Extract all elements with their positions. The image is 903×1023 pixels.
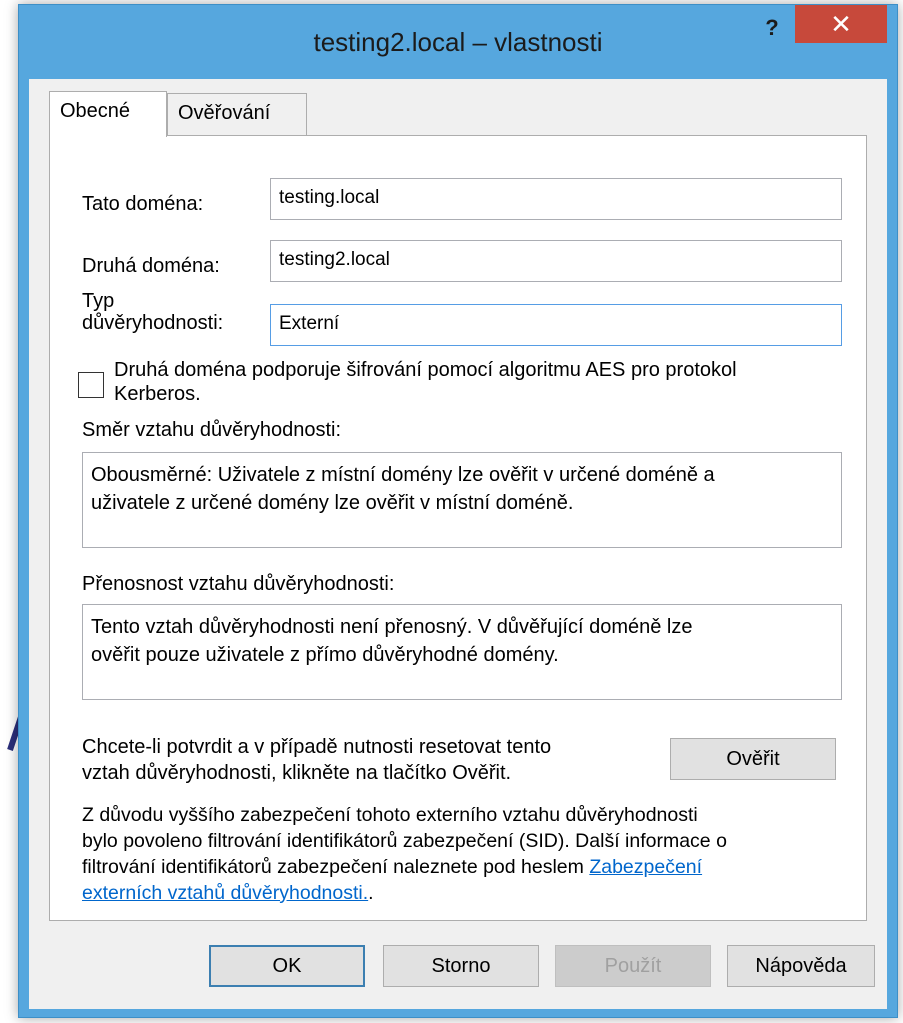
- apply-button[interactable]: Použít: [555, 945, 711, 987]
- aes-support-checkbox[interactable]: [78, 372, 104, 398]
- external-trusts-security-link[interactable]: Zabezpečení: [589, 856, 702, 878]
- aes-support-label-line1: Druhá doména podporuje šifrování pomocí …: [114, 359, 737, 381]
- trust-type-label-line2: důvěryhodnosti:: [82, 312, 224, 334]
- aes-support-label[interactable]: Druhá doména podporuje šifrování pomocí …: [114, 358, 737, 406]
- this-domain-label: Tato doména:: [82, 193, 204, 215]
- this-domain-field[interactable]: testing.local: [270, 178, 842, 220]
- trust-direction-label: Směr vztahu důvěryhodnosti:: [82, 419, 342, 441]
- sid-filtering-info: Z důvodu vyššího zabezpečení tohoto exte…: [82, 802, 727, 906]
- properties-dialog: testing2.local – vlastnosti ? ✕ Obecné O…: [18, 4, 898, 1018]
- trust-direction-line1: Obousměrné: Uživatele z místní domény lz…: [91, 464, 715, 486]
- validate-button[interactable]: Ověřit: [670, 738, 836, 780]
- aes-support-label-line2: Kerberos.: [114, 383, 201, 405]
- validate-instructions-line2: vztah důvěryhodnosti, klikněte na tlačít…: [82, 762, 512, 784]
- sid-info-line2: bylo povoleno filtrování identifikátorů …: [82, 830, 727, 852]
- general-tab-panel: Tato doména: testing.local Druhá doména:…: [49, 135, 867, 921]
- external-trusts-security-link-cont[interactable]: externích vztahů důvěryhodnosti.: [82, 882, 368, 904]
- trust-direction-line2: uživatele z určené domény lze ověřit v m…: [91, 492, 574, 514]
- title-bar: testing2.local – vlastnosti ? ✕: [19, 5, 897, 77]
- trust-type-field[interactable]: Externí: [270, 304, 842, 346]
- validate-instructions: Chcete-li potvrdit a v případě nutnosti …: [82, 734, 551, 786]
- trust-type-label: Typ důvěryhodnosti:: [82, 290, 223, 334]
- tab-authentication[interactable]: Ověřování: [167, 93, 307, 135]
- help-icon[interactable]: ?: [757, 13, 787, 43]
- sid-info-suffix: .: [368, 882, 374, 904]
- ok-button[interactable]: OK: [209, 945, 365, 987]
- trust-type-label-line1: Typ: [82, 290, 115, 312]
- other-domain-field[interactable]: testing2.local: [270, 240, 842, 282]
- trust-transitivity-box: Tento vztah důvěryhodnosti není přenosný…: [82, 604, 842, 700]
- close-icon[interactable]: ✕: [795, 5, 887, 43]
- cancel-button[interactable]: Storno: [383, 945, 539, 987]
- help-button[interactable]: Nápověda: [727, 945, 875, 987]
- dialog-client-area: Obecné Ověřování Tato doména: testing.lo…: [29, 79, 887, 1009]
- trust-transitivity-line2: ověřit pouze uživatele z přímo důvěryhod…: [91, 644, 559, 666]
- tab-general[interactable]: Obecné: [49, 91, 167, 137]
- validate-instructions-line1: Chcete-li potvrdit a v případě nutnosti …: [82, 736, 552, 758]
- trust-transitivity-label: Přenosnost vztahu důvěryhodnosti:: [82, 573, 395, 595]
- sid-info-line1: Z důvodu vyššího zabezpečení tohoto exte…: [82, 804, 698, 826]
- other-domain-label: Druhá doména:: [82, 255, 220, 277]
- sid-info-line3-prefix: filtrování identifikátorů zabezpečení na…: [82, 856, 590, 878]
- trust-direction-box: Obousměrné: Uživatele z místní domény lz…: [82, 452, 842, 548]
- trust-transitivity-line1: Tento vztah důvěryhodnosti není přenosný…: [91, 616, 693, 638]
- sid-info-line4: externích vztahů důvěryhodnosti..: [82, 880, 727, 906]
- sid-info-line3: filtrování identifikátorů zabezpečení na…: [82, 854, 727, 880]
